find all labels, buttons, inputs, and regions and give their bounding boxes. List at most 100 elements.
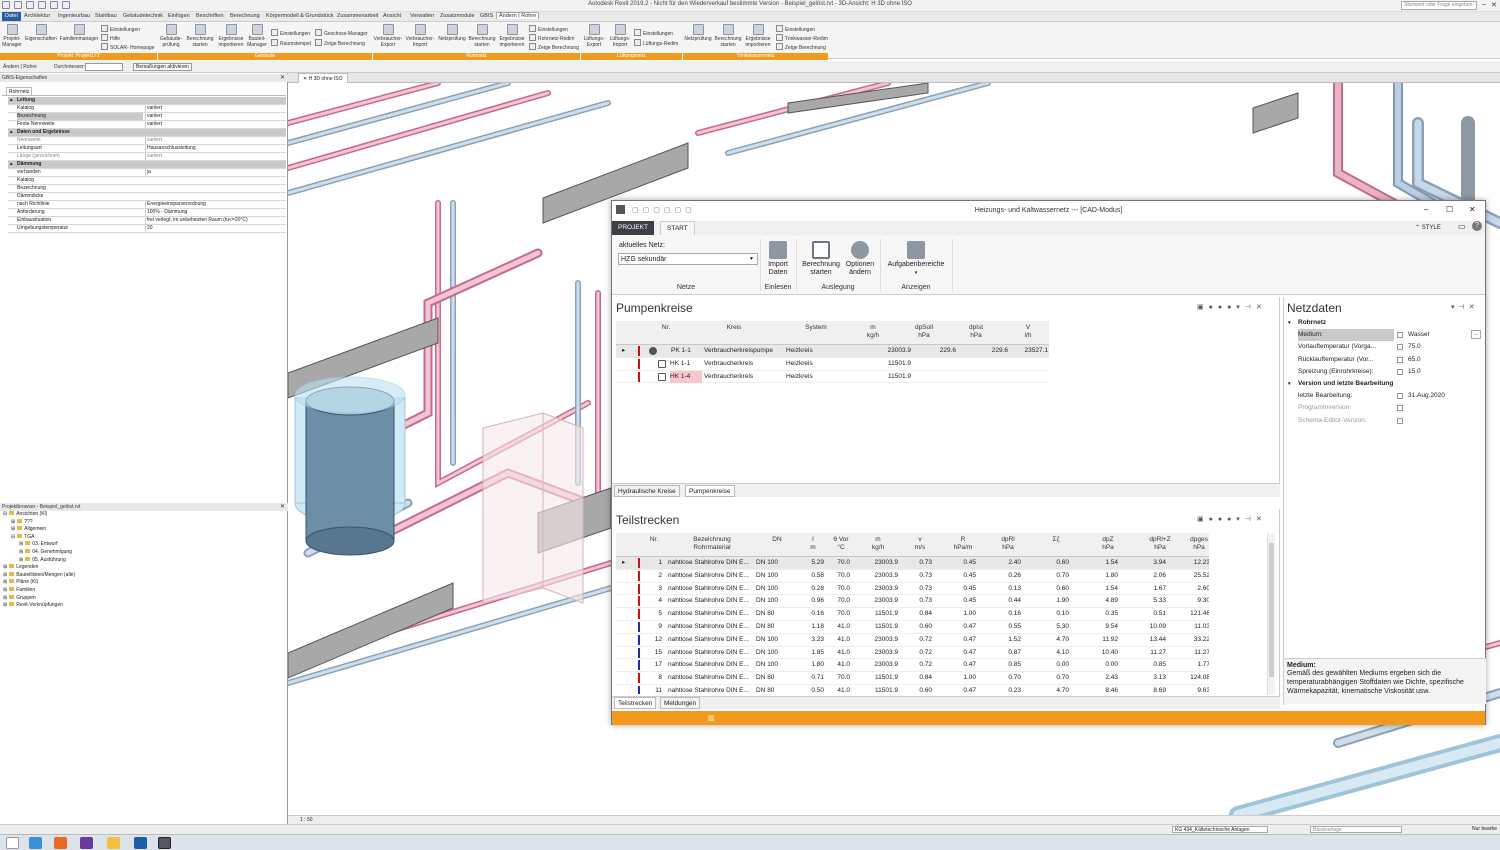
- tab-h3d-ohne-iso[interactable]: ✕ H 3D ohne ISO: [298, 73, 348, 83]
- property-row[interactable]: Leitungsart Hausanschlussleitung: [8, 145, 286, 153]
- collapse-icon[interactable]: ⊟: [11, 534, 15, 540]
- property-row[interactable]: ▴ Leitung: [8, 97, 286, 105]
- teil-col-header[interactable]: dpRl+Z hPa: [1136, 536, 1184, 552]
- browser-item[interactable]: ⊞ Legenden: [0, 564, 288, 572]
- search-input[interactable]: Stichwort oder Frage eingeben: [1401, 1, 1477, 10]
- pumpen-col-header[interactable]: Nr.: [646, 324, 686, 332]
- property-row[interactable]: Bezeichnung variiert: [8, 113, 286, 121]
- property-value[interactable]: variiert: [145, 121, 285, 128]
- field-edit-icon[interactable]: [1397, 344, 1403, 351]
- teil-row[interactable]: 17 nahtlose Stahlrohre DIN E... DN 100 1.80…: [616, 659, 1209, 673]
- close-icon[interactable]: ✕: [1469, 205, 1476, 214]
- property-value[interactable]: 20: [145, 225, 285, 232]
- teil-col-header[interactable]: DN: [757, 536, 797, 544]
- geschoss-manager-button[interactable]: Geschoss-Manager: [315, 29, 368, 37]
- gebaeude-einstellungen-button[interactable]: Einstellungen: [271, 29, 310, 37]
- pumpen-col-header[interactable]: m kg/h: [848, 324, 898, 340]
- browser-item[interactable]: ⊞ Bauteillisten/Mengen (alle): [0, 571, 288, 580]
- bemassungen-button[interactable]: Bemaßungen aktivieren: [133, 63, 192, 71]
- browser-item[interactable]: ⊟ TGA: [0, 533, 288, 542]
- maximize-icon[interactable]: ☐: [1446, 205, 1453, 214]
- field-edit-icon[interactable]: [1397, 405, 1403, 412]
- teil-col-header[interactable]: l m: [802, 536, 824, 552]
- lueftung-einstellungen-button[interactable]: Einstellungen: [634, 29, 673, 37]
- trinkwasser-ergebnisse-button[interactable]: Ergebnisse importieren: [743, 24, 773, 48]
- teil-row[interactable]: 12 nahtlose Stahlrohre DIN E... DN 100 3.23…: [616, 634, 1209, 647]
- start-icon[interactable]: [6, 837, 19, 849]
- trinkwasser-berechnung-button[interactable]: Berechnung starten: [713, 24, 743, 48]
- teil-row[interactable]: 4 nahtlose Stahlrohre DIN E... DN 100 0.96 7…: [616, 595, 1209, 609]
- trinkwasser-zeige-berechnung-button[interactable]: Zeige Berechnung: [776, 43, 826, 51]
- minimize-icon[interactable]: –: [1424, 205, 1428, 214]
- tab-start[interactable]: START: [660, 221, 695, 235]
- netz-row[interactable]: Spreizung (Einrohrkreise): 15.0: [1284, 366, 1486, 378]
- collapse-icon[interactable]: ▾: [1288, 317, 1291, 329]
- field-edit-icon[interactable]: [1397, 417, 1403, 424]
- teil-row[interactable]: 15 nahtlose Stahlrohre DIN E... DN 100 1.85…: [616, 647, 1209, 660]
- collapse-icon[interactable]: ▾: [1288, 378, 1291, 390]
- pumpen-row[interactable]: HK 1-1 Verbraucherkreis Heizkreis 11501.9: [616, 358, 1049, 371]
- property-value[interactable]: Energieeinsparverordnung: [145, 201, 285, 208]
- import-daten-button[interactable]: Import Daten: [763, 241, 793, 277]
- teil-row[interactable]: 8 nahtlose Stahlrohre DIN E... DN 80 0.71 70…: [616, 672, 1209, 685]
- property-row[interactable]: ▴ Dämmung: [8, 161, 286, 169]
- expand-icon[interactable]: ⊞: [19, 541, 23, 547]
- rohrnetz-netzpruefung-button[interactable]: Netzprüfung: [437, 24, 467, 42]
- pane-tools[interactable]: ▣●●●▾⊣✕: [1197, 303, 1267, 311]
- explorer-icon[interactable]: [107, 837, 120, 849]
- teil-col-header[interactable]: Nr.: [646, 536, 662, 544]
- close-icon[interactable]: ✕: [280, 74, 285, 82]
- expand-icon[interactable]: ⊞: [11, 526, 15, 532]
- revit-icon[interactable]: [134, 837, 147, 849]
- solar-homepage-button[interactable]: SOLAR- Homepage: [101, 43, 154, 51]
- netz-value[interactable]: Wasser: [1408, 329, 1474, 341]
- rohrnetz-zeige-berechnung-button[interactable]: Zeige Berechnung: [529, 43, 579, 51]
- property-value[interactable]: 100% - Dämmung: [145, 209, 285, 216]
- property-row[interactable]: Nennweite variiert: [8, 137, 286, 145]
- bauteil-manager-button[interactable]: Bauteil- Manager: [246, 24, 268, 48]
- verbraucher-export-button[interactable]: Verbraucher- Export: [373, 24, 403, 48]
- property-row[interactable]: Feste Nennweite variiert: [8, 121, 286, 129]
- teil-col-header[interactable]: v m/s: [902, 536, 938, 552]
- trinkwasser-netzpruefung-button[interactable]: Netzprüfung: [683, 24, 713, 42]
- verbraucher-import-button[interactable]: Verbraucher- Import: [404, 24, 436, 48]
- tab-gebaeudetechnik[interactable]: Gebäudetechnik: [123, 13, 163, 19]
- firefox-icon[interactable]: [54, 837, 67, 849]
- solar-app-icon[interactable]: [158, 837, 171, 849]
- screen-icon[interactable]: ▭: [1458, 222, 1466, 231]
- teil-col-header[interactable]: Bezeichnung Rohrmaterial: [676, 536, 748, 552]
- browser-item[interactable]: ⊞ 05. Ausführung: [0, 556, 288, 565]
- rohrnetz-berechnung-button[interactable]: Berechnung starten: [467, 24, 497, 48]
- netz-row[interactable]: letzte Bearbeitung: 31.Aug.2020: [1284, 390, 1486, 402]
- trinkwasser-redim-button[interactable]: Trinkwasser-Redim: [776, 34, 828, 42]
- expand-icon[interactable]: ⊞: [3, 579, 7, 585]
- row-selector-icon[interactable]: ▸: [622, 557, 625, 569]
- tab-meldungen[interactable]: Meldungen: [660, 697, 701, 709]
- optionen-aendern-button[interactable]: Optionen ändern: [843, 241, 877, 277]
- browser-item[interactable]: ⊞ Pläne (Kl): [0, 579, 288, 587]
- property-row[interactable]: ▴ Daten und Ergebnisse: [8, 129, 286, 137]
- pumpen-col-header[interactable]: System: [786, 324, 846, 332]
- help-icon[interactable]: ?: [1472, 221, 1482, 231]
- editable-only-checkbox[interactable]: Nur bearbe: [1472, 826, 1497, 832]
- netz-value[interactable]: 31.Aug.2020: [1408, 390, 1474, 402]
- tab-teilstrecken[interactable]: Teilstrecken: [614, 697, 657, 709]
- property-row[interactable]: Anforderung 100% - Dämmung: [8, 209, 286, 217]
- pumpen-col-header[interactable]: V l/h: [1008, 324, 1048, 340]
- trinkwasser-einstellungen-button[interactable]: Einstellungen: [776, 25, 815, 33]
- familienmanager-button[interactable]: Familienmanager: [58, 24, 100, 42]
- teil-row[interactable]: 3 nahtlose Stahlrohre DIN E... DN 100 0.28 7…: [616, 583, 1209, 596]
- browser-item[interactable]: ⊞???: [0, 518, 288, 527]
- tab-verwalten[interactable]: Verwalten: [410, 13, 434, 19]
- field-edit-icon[interactable]: [1397, 393, 1403, 400]
- design-option-select[interactable]: Basisvorlage: [1310, 826, 1402, 833]
- property-value[interactable]: variiert: [145, 137, 285, 144]
- property-row[interactable]: Länge (gezeichnet) variiert: [8, 153, 286, 161]
- pumpen-col-header[interactable]: dpSoll hPa: [904, 324, 944, 340]
- berechnung-starten-button[interactable]: Berechnung starten: [799, 241, 843, 277]
- more-button[interactable]: ...: [1471, 330, 1481, 340]
- close-icon[interactable]: ✕: [280, 503, 285, 511]
- netz-value[interactable]: 15.0: [1408, 366, 1474, 378]
- netz-row[interactable]: Programmversion:: [1284, 402, 1486, 414]
- scale-label[interactable]: 1 : 50: [300, 817, 313, 823]
